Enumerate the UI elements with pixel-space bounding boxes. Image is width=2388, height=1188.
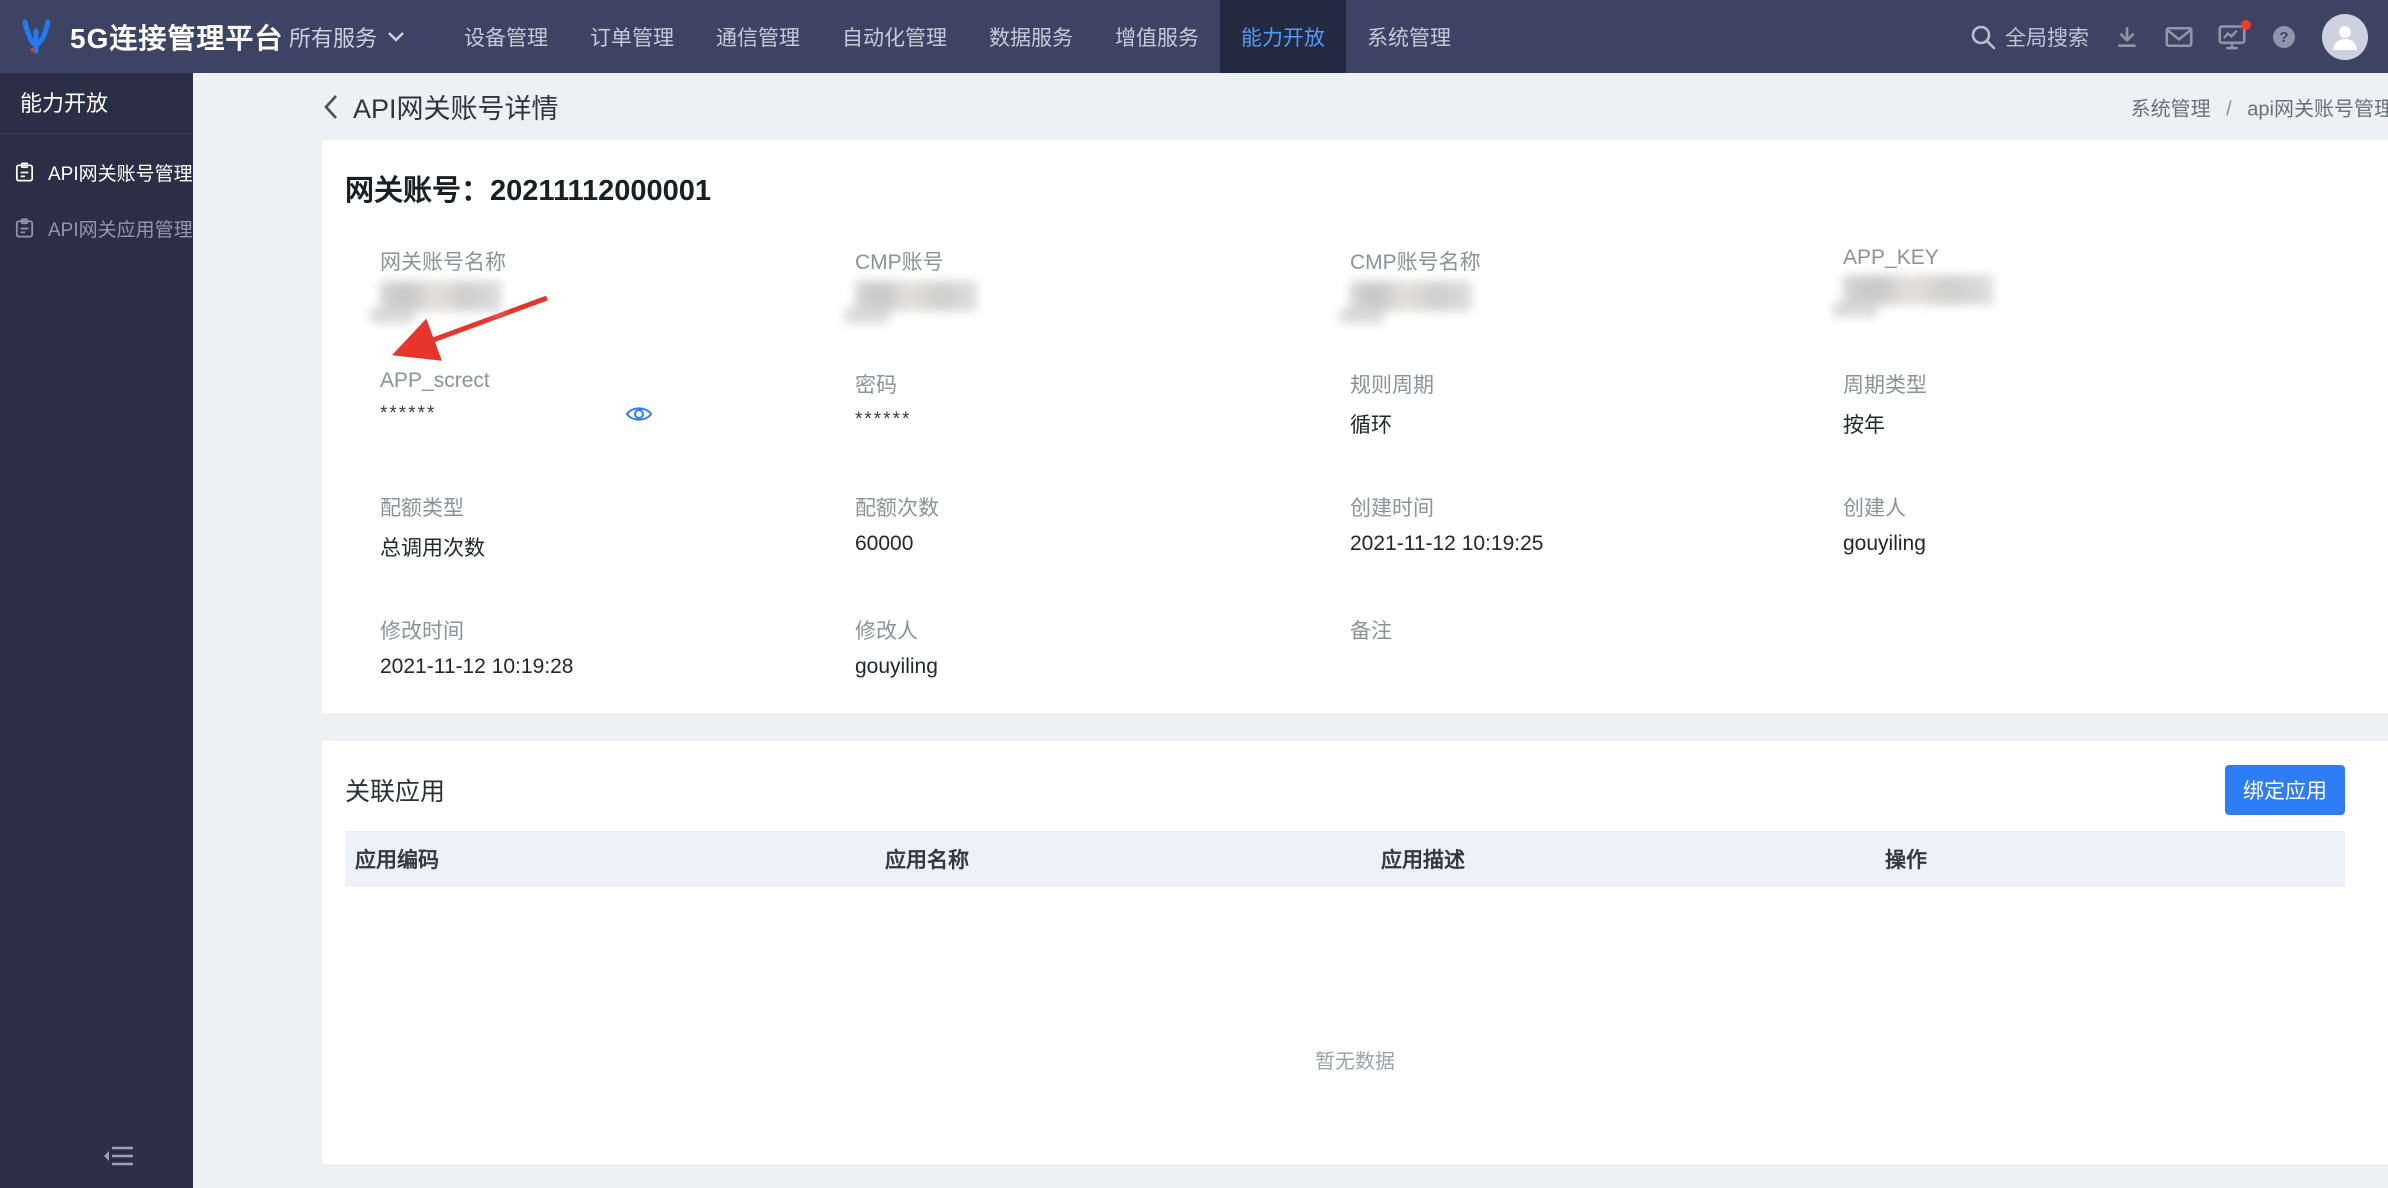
related-title: 关联应用 (345, 778, 446, 806)
nav-item-order-management[interactable]: 订单管理 (569, 0, 695, 73)
field-quota-count: 配额次数 60000 (855, 497, 939, 555)
gateway-account-number: 20211112000001 (490, 175, 712, 207)
related-table-header: 应用编码 应用名称 应用描述 操作 (345, 831, 2345, 887)
masked-value-block (1340, 281, 1472, 323)
sidebar: 能力开放 API网关账号管理 API网关应用管理 (0, 73, 193, 1188)
field-remark: 备注 (1350, 620, 1392, 643)
field-quota-type: 配额类型 总调用次数 (380, 497, 485, 560)
field-cycle-type: 周期类型 按年 (1843, 374, 1927, 437)
back-chevron-icon[interactable] (323, 94, 339, 120)
clipboard-icon (13, 161, 36, 184)
sidebar-item-api-gateway-app-management[interactable]: API网关应用管理 (0, 200, 193, 256)
search-icon (1970, 24, 1996, 50)
field-modify-time: 修改时间 2021-11-12 10:19:28 (380, 620, 574, 678)
nav-item-capability-openness[interactable]: 能力开放 (1220, 0, 1347, 73)
page-header: API网关账号详情 系统管理 / api网关账号管理 (193, 73, 2388, 140)
sidebar-menu: API网关账号管理 API网关应用管理 (0, 134, 193, 256)
topnav-actions: 全局搜索 ? (1970, 0, 2388, 73)
mail-icon[interactable] (2165, 25, 2193, 49)
primary-nav: 设备管理 订单管理 通信管理 自动化管理 数据服务 增值服务 能力开放 系统管理 (443, 0, 1472, 73)
sidebar-item-api-gateway-account-management[interactable]: API网关账号管理 (0, 144, 193, 200)
masked-value-block (1833, 275, 1993, 317)
bind-application-button[interactable]: 绑定应用 (2225, 765, 2345, 815)
global-search-label: 全局搜索 (2005, 26, 2089, 50)
download-icon[interactable] (2114, 24, 2140, 50)
column-header-app-code: 应用编码 (355, 849, 439, 872)
field-gateway-account-name: 网关账号名称 (370, 246, 855, 369)
field-rule-cycle: 规则周期 循环 (1350, 374, 1434, 437)
breadcrumb-current: api网关账号管理 (2247, 98, 2388, 120)
nav-item-value-added-services[interactable]: 增值服务 (1094, 0, 1220, 73)
detail-field-grid: 网关账号名称 CMP账号 CMP账号名称 APP_KEY APP_screct … (370, 246, 2388, 738)
detail-heading-label: 网关账号 (345, 175, 462, 207)
breadcrumb: 系统管理 / api网关账号管理 (2131, 92, 2388, 121)
detail-heading: 网关账号：20211112000001 (322, 140, 2388, 209)
page-title: API网关账号详情 (353, 94, 559, 124)
field-create-time: 创建时间 2021-11-12 10:19:25 (1350, 497, 1544, 555)
main-content: API网关账号详情 系统管理 / api网关账号管理 网关账号：20211112… (193, 73, 2388, 1188)
field-modifier: 修改人 gouyiling (855, 620, 938, 678)
sidebar-title: 能力开放 (0, 73, 193, 134)
nav-item-communication-management[interactable]: 通信管理 (695, 0, 821, 73)
help-icon[interactable]: ? (2271, 24, 2297, 50)
nav-item-system-management[interactable]: 系统管理 (1346, 0, 1472, 73)
app-secret-masked-value: ****** (380, 403, 437, 424)
user-avatar-icon[interactable] (2322, 13, 2368, 60)
brand-logo-icon (16, 17, 56, 57)
back-title: API网关账号详情 (323, 87, 559, 126)
brand-title: 5G连接管理平台 (70, 22, 284, 54)
empty-state-text: 暂无数据 (1315, 1051, 1395, 1073)
field-creator: 创建人 gouyiling (1843, 497, 1926, 555)
detail-heading-separator: ： (461, 175, 491, 207)
clipboard-icon (13, 217, 36, 240)
nav-item-automation-management[interactable]: 自动化管理 (821, 0, 968, 73)
masked-value-block (370, 281, 502, 323)
notification-badge (2241, 19, 2251, 30)
field-cmp-account: CMP账号 (845, 246, 1350, 369)
nav-item-data-services[interactable]: 数据服务 (968, 0, 1094, 73)
global-search[interactable]: 全局搜索 (1970, 22, 2089, 52)
column-header-app-name: 应用名称 (885, 849, 969, 872)
svg-text:?: ? (2279, 29, 2288, 46)
breadcrumb-separator: / (2226, 98, 2232, 120)
field-cmp-account-name: CMP账号名称 (1340, 246, 1843, 369)
field-empty-slot (1843, 615, 2388, 738)
masked-value-block (845, 281, 977, 323)
sidebar-item-label: API网关应用管理 (48, 219, 193, 241)
menu-fold-icon[interactable] (102, 1143, 136, 1174)
field-app-key: APP_KEY (1833, 246, 2388, 369)
password-masked-value: ****** (855, 409, 912, 430)
breadcrumb-parent[interactable]: 系统管理 (2131, 98, 2211, 120)
all-services-menu[interactable]: 所有服务 (277, 0, 417, 73)
related-applications-card: 关联应用 绑定应用 应用编码 应用名称 应用描述 操作 暂无数据 (322, 741, 2388, 1164)
column-header-app-description: 应用描述 (1381, 849, 1465, 872)
field-app-secret: APP_screct ****** (380, 369, 855, 492)
related-head: 关联应用 绑定应用 (322, 741, 2388, 815)
brand: 5G连接管理平台 (0, 0, 282, 73)
top-nav-bar: 5G连接管理平台 所有服务 设备管理 订单管理 通信管理 自动化管理 数据服务 … (0, 0, 2388, 73)
nav-item-equipment-management[interactable]: 设备管理 (443, 0, 569, 73)
sidebar-item-label: API网关账号管理 (48, 163, 193, 185)
eye-icon[interactable] (625, 403, 653, 431)
column-header-actions: 操作 (1885, 849, 1927, 872)
all-services-label: 所有服务 (289, 25, 378, 51)
gateway-account-detail-card: 网关账号：20211112000001 网关账号名称 CMP账号 CMP账号名称 (322, 140, 2388, 713)
monitor-notification-icon[interactable] (2218, 19, 2251, 50)
chevron-down-icon (387, 31, 405, 43)
field-password: 密码 ****** (855, 369, 1350, 492)
